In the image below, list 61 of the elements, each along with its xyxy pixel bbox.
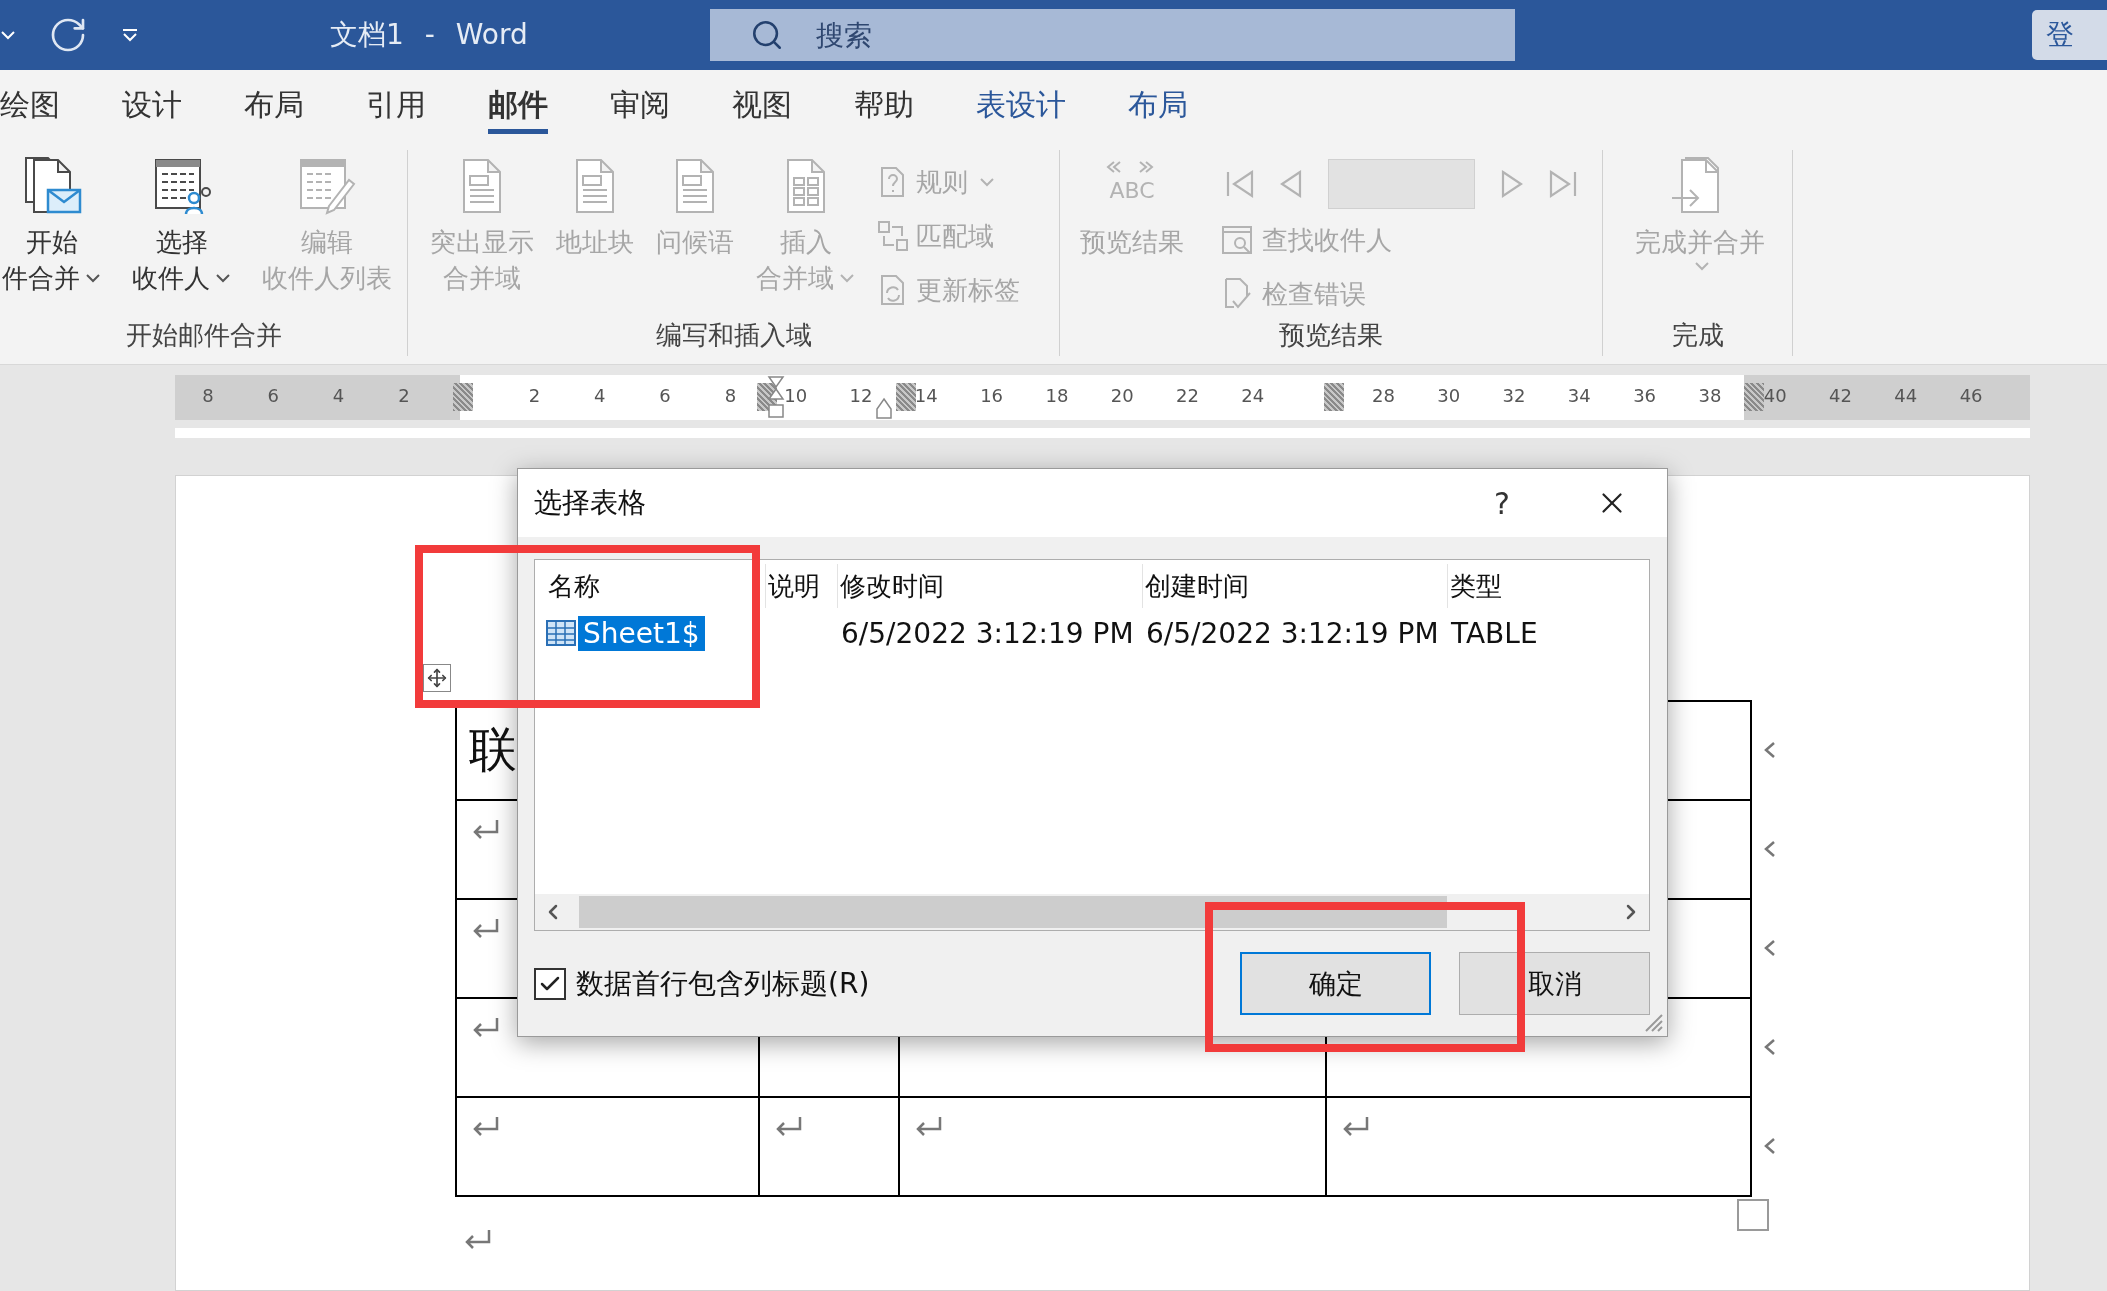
ruler-label: 2 [528, 385, 541, 406]
ribbon-button[interactable]: 选择 收件人 [130, 150, 234, 318]
ruler-label: 38 [1698, 385, 1722, 406]
ribbon-tab[interactable]: 设计 [122, 70, 182, 140]
ruler-label: 18 [1045, 385, 1069, 406]
ruler-label: 10 [784, 385, 808, 406]
ruler-label: 22 [1176, 385, 1199, 406]
search-field[interactable]: 搜索 [814, 17, 1418, 53]
table-type: TABLE [1450, 616, 1539, 650]
ruler-label: 28 [1371, 385, 1395, 406]
ruler-label: 4 [332, 385, 345, 406]
ruler-label: 6 [659, 385, 671, 406]
column-header[interactable]: 类型 [1448, 568, 1649, 604]
ribbon-tab[interactable]: 绘图 [0, 70, 60, 140]
sign-in-button[interactable]: 登 [2032, 10, 2107, 60]
ruler-label: 16 [980, 385, 1004, 406]
cell-text: 联 [469, 721, 517, 777]
ribbon-tab[interactable]: 邮件 [488, 70, 548, 140]
search-box[interactable]: 搜索 [710, 9, 1515, 61]
ruler-label: 46 [1959, 385, 1983, 406]
modified-time: 6/5/2022 3:12:19 PM [840, 616, 1135, 650]
dialog-button[interactable]: 确定 [1240, 952, 1431, 1015]
ribbon-button[interactable]: 开始 件合并 [0, 150, 104, 318]
column-header[interactable]: 创建时间 [1143, 564, 1448, 608]
ribbon-tab[interactable]: 帮助 [854, 70, 914, 140]
group-label: 完成 [1671, 319, 1724, 352]
ruler-label: 32 [1502, 385, 1526, 406]
ribbon-tab[interactable]: 布局 [244, 70, 304, 140]
column-header[interactable]: 名称 [546, 564, 766, 608]
ruler-label: 8 [724, 385, 737, 406]
help-button[interactable]: ? [1472, 475, 1532, 531]
ruler-label: 42 [1829, 385, 1852, 406]
ruler-label: 40 [1763, 385, 1787, 406]
ribbon-tab[interactable]: 表设计 [976, 70, 1066, 140]
column-header[interactable]: 修改时间 [838, 564, 1143, 608]
ruler-label: 24 [1241, 385, 1265, 406]
group-label: 编写和插入域 [655, 319, 812, 352]
table-name[interactable]: Sheet1$ [578, 615, 705, 651]
window-title: 文档1 - Word [330, 17, 529, 53]
ruler-label: 44 [1894, 385, 1918, 406]
ruler-label: 8 [202, 385, 214, 406]
ribbon-tab[interactable]: 审阅 [610, 70, 670, 140]
group-label: 预览结果 [1279, 319, 1383, 352]
ruler-label: 34 [1567, 385, 1591, 406]
column-header[interactable]: 说明 [766, 564, 838, 608]
ruler-label: 12 [849, 385, 873, 406]
checkbox-label: 数据首行包含列标题(R) [576, 965, 870, 1002]
ribbon-tab[interactable]: 布局 [1128, 70, 1188, 140]
group-label: 开始邮件合并 [125, 319, 282, 352]
ruler-label: 20 [1110, 385, 1134, 406]
ruler-label: 6 [267, 385, 279, 406]
ribbon-tab[interactable]: 引用 [366, 70, 426, 140]
ruler-label: 14 [914, 385, 938, 406]
dialog-title: 选择表格 [534, 485, 646, 521]
ruler-label: 4 [594, 385, 606, 406]
ruler-label: 36 [1633, 385, 1657, 406]
dialog-button[interactable]: 取消 [1459, 952, 1650, 1015]
ribbon-tab[interactable]: 视图 [732, 70, 792, 140]
created-time: 6/5/2022 3:12:19 PM [1145, 616, 1440, 650]
ruler-label: 30 [1437, 385, 1461, 406]
ruler-label: 2 [398, 385, 410, 406]
